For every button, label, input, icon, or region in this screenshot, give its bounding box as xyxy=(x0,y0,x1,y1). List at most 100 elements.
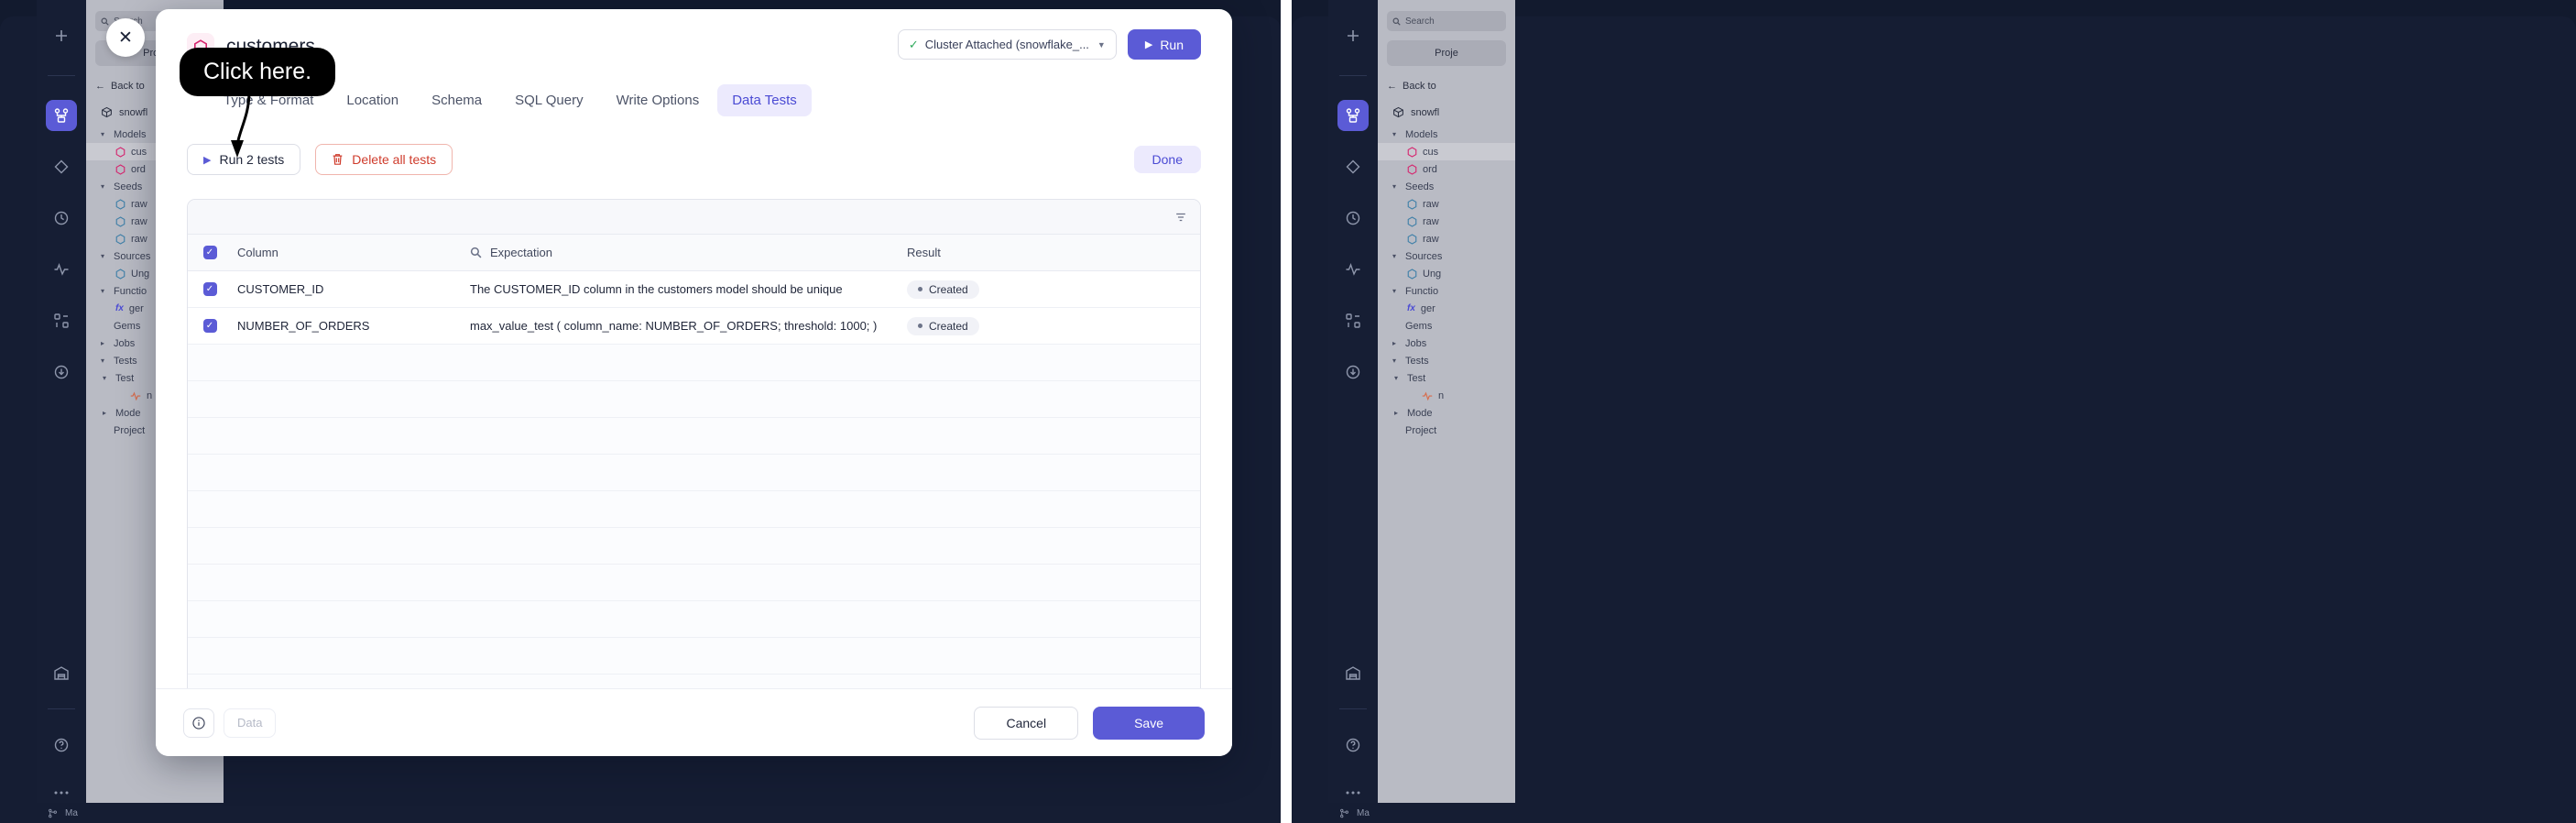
hexagon-icon xyxy=(115,146,126,158)
caret-icon[interactable]: ▸ xyxy=(101,339,108,347)
tree-node[interactable]: Project xyxy=(1378,422,1515,439)
tree-node-label: Functio xyxy=(1405,285,1439,297)
close-icon: ✕ xyxy=(118,27,133,48)
data-tab-label: Data xyxy=(237,716,263,730)
caret-icon[interactable]: ▸ xyxy=(103,409,110,417)
tree-node[interactable]: cus xyxy=(1378,143,1515,160)
row-checkbox[interactable]: ✓ xyxy=(202,282,217,296)
row-checkbox[interactable]: ✓ xyxy=(202,319,217,333)
help-icon[interactable] xyxy=(46,730,77,761)
caret-icon[interactable]: ▾ xyxy=(1392,357,1400,365)
tree-root-item[interactable]: snowfl xyxy=(1392,106,1515,118)
modal-tabs-left: Type & Format Location Schema SQL Query Writ… xyxy=(209,84,1201,116)
tree-node[interactable]: ▸ Jobs xyxy=(1378,335,1515,352)
caret-icon[interactable]: ▾ xyxy=(1392,130,1400,138)
caret-icon[interactable]: ▾ xyxy=(101,252,108,260)
close-modal-button[interactable]: ✕ xyxy=(106,18,145,57)
tree-node-label: Test xyxy=(1407,372,1426,384)
caret-icon[interactable]: ▾ xyxy=(101,130,108,138)
search-icon[interactable] xyxy=(470,247,482,258)
tree-node[interactable]: ▾ Seeds xyxy=(1378,178,1515,195)
tree-node[interactable]: ▾ Models xyxy=(1378,126,1515,143)
caret-icon[interactable]: ▾ xyxy=(1392,252,1400,260)
save-button[interactable]: Save xyxy=(1093,706,1205,740)
tree-node[interactable]: n xyxy=(1378,387,1515,404)
info-icon[interactable] xyxy=(183,708,214,738)
tab-sql-query[interactable]: SQL Query xyxy=(500,84,597,116)
done-button[interactable]: Done xyxy=(1133,146,1201,173)
grid-nodes-icon[interactable] xyxy=(1337,305,1369,336)
tree-node-label: Ung xyxy=(1423,268,1442,280)
download-circle-icon[interactable] xyxy=(46,357,77,388)
tree-node[interactable]: ▸ Mode xyxy=(1378,404,1515,422)
caret-icon[interactable]: ▾ xyxy=(1392,182,1400,191)
table-row[interactable]: ✓ NUMBER_OF_ORDERS max_value_test ( column… xyxy=(188,308,1200,345)
status-bar: Ma xyxy=(1292,803,2576,823)
help-icon[interactable] xyxy=(1337,730,1369,761)
tree-node[interactable]: fx ger xyxy=(1378,300,1515,317)
data-tab-button[interactable]: Data xyxy=(224,708,277,738)
tree-node[interactable]: ▾ Functio xyxy=(1378,282,1515,300)
tree-node[interactable]: ▾ Sources xyxy=(1378,247,1515,265)
history-clock-icon[interactable] xyxy=(46,203,77,234)
tree-node-label: Project xyxy=(114,424,146,436)
activity-pulse-icon[interactable] xyxy=(46,254,77,285)
pipeline-icon[interactable] xyxy=(46,100,77,131)
tree-node[interactable]: ▾ Test xyxy=(1378,369,1515,387)
activity-pulse-icon[interactable] xyxy=(1337,254,1369,285)
cluster-selector[interactable]: ✓ Cluster Attached (snowflake_... ▼ xyxy=(897,29,1117,60)
add-icon[interactable] xyxy=(46,20,77,51)
caret-icon[interactable]: ▾ xyxy=(101,287,108,295)
caret-icon[interactable]: ▾ xyxy=(1392,287,1400,295)
back-link-label: Back to xyxy=(1403,81,1436,92)
tree-node-label: Models xyxy=(114,128,147,140)
tree-node[interactable]: Ung xyxy=(1378,265,1515,282)
project-tree-right: Search Proje ← Back to snowfl ▾ Models cus… xyxy=(1378,0,1515,823)
tab-location[interactable]: Location xyxy=(332,84,413,116)
tree-node[interactable]: raw xyxy=(1378,230,1515,247)
status-dot-icon xyxy=(918,287,922,291)
back-link[interactable]: ← Back to xyxy=(1387,81,1515,92)
gem-icon[interactable] xyxy=(1337,151,1369,182)
download-circle-icon[interactable] xyxy=(1337,357,1369,388)
tree-node-label: Test xyxy=(115,372,135,384)
add-icon[interactable] xyxy=(1337,20,1369,51)
caret-icon[interactable]: ▾ xyxy=(103,374,110,382)
tab-schema[interactable]: Schema xyxy=(417,84,497,116)
warehouse-icon[interactable] xyxy=(46,657,77,688)
run-button[interactable]: ▶ Run xyxy=(1127,29,1201,60)
table-row[interactable]: ✓ CUSTOMER_ID The CUSTOMER_ID column in th… xyxy=(188,271,1200,308)
icon-rail-left xyxy=(37,0,86,823)
hexagon-icon xyxy=(1407,163,1417,175)
warehouse-icon[interactable] xyxy=(1337,657,1369,688)
tree-node[interactable]: Gems xyxy=(1378,317,1515,335)
select-all-checkbox[interactable]: ✓ xyxy=(202,246,217,259)
caret-icon[interactable]: ▸ xyxy=(1392,339,1400,347)
caret-icon[interactable]: ▾ xyxy=(101,182,108,191)
caret-icon[interactable]: ▾ xyxy=(101,357,108,365)
tree-node-label: Jobs xyxy=(114,337,136,349)
tab-data-tests[interactable]: Data Tests xyxy=(717,84,812,116)
delete-all-tests-button[interactable]: Delete all tests xyxy=(315,144,453,175)
tree-node-label: Gems xyxy=(1405,320,1433,332)
cancel-button[interactable]: Cancel xyxy=(974,706,1079,740)
history-clock-icon[interactable] xyxy=(1337,203,1369,234)
right-screenshot-panel: Search Proje ← Back to snowfl ▾ Models cus… xyxy=(1292,0,2576,823)
tree-root-label: snowfl xyxy=(119,106,148,118)
header-result: Result xyxy=(907,246,941,259)
tree-node[interactable]: ▾ Tests xyxy=(1378,352,1515,369)
tab-write-options[interactable]: Write Options xyxy=(602,84,715,116)
project-selector[interactable]: Proje xyxy=(1387,40,1506,66)
tree-node[interactable]: raw xyxy=(1378,195,1515,213)
tree-search-input[interactable]: Search xyxy=(1387,11,1506,31)
caret-icon[interactable]: ▸ xyxy=(1394,409,1402,417)
caret-icon[interactable]: ▾ xyxy=(1394,374,1402,382)
gem-icon[interactable] xyxy=(46,151,77,182)
tree-node[interactable]: ord xyxy=(1378,160,1515,178)
pipeline-icon[interactable] xyxy=(1337,100,1369,131)
tree-node-label: Functio xyxy=(114,285,147,297)
grid-nodes-icon[interactable] xyxy=(46,305,77,336)
tree-node-label: Mode xyxy=(115,407,141,419)
tree-node[interactable]: raw xyxy=(1378,213,1515,230)
filter-icon[interactable] xyxy=(1174,211,1187,224)
